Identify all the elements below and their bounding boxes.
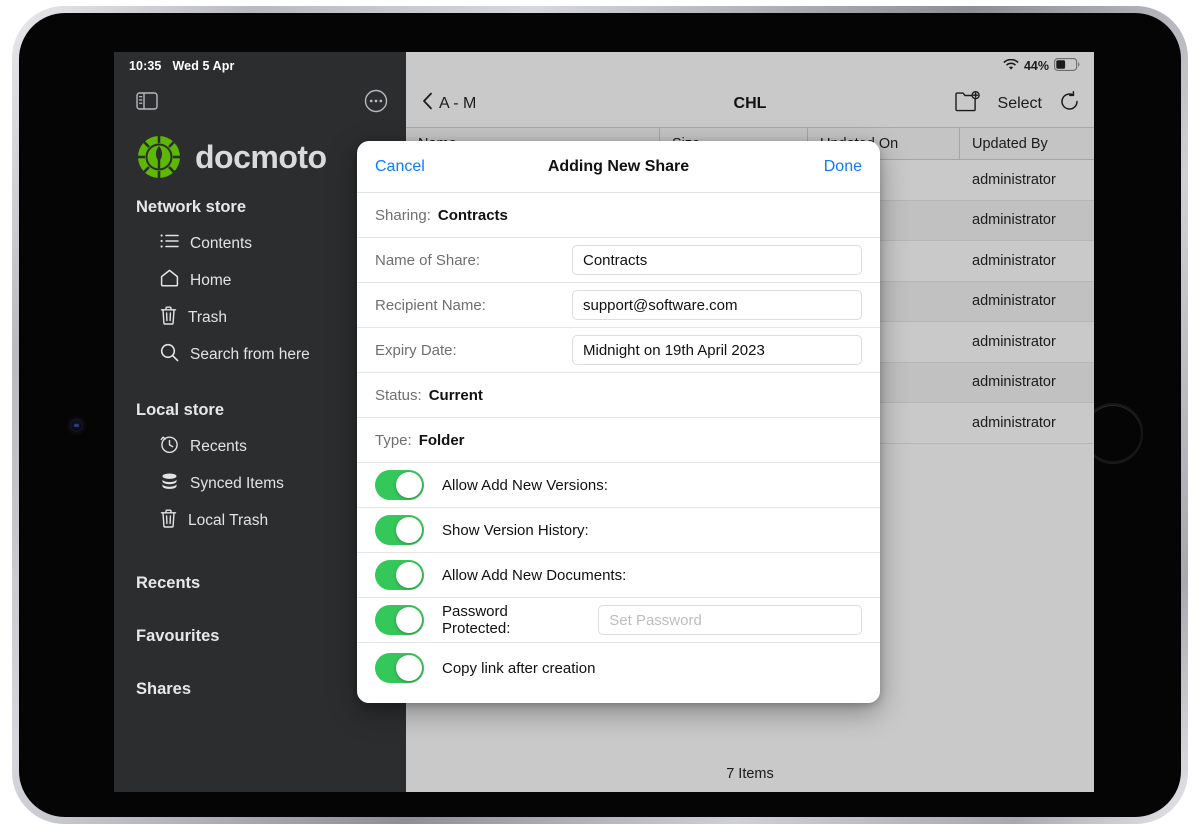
battery-icon [1054,58,1080,74]
status-date: Wed 5 Apr [172,59,234,73]
password-protected-toggle[interactable] [375,605,424,635]
wifi-icon [1003,59,1019,74]
cell-updated-by: administrator [960,201,1094,241]
trash-icon [160,509,177,533]
status-row: Status: Current [357,373,880,418]
recipient-name-row: Recipient Name: support@software.com [357,283,880,328]
clock-arrow-icon [160,435,179,459]
modal-title: Adding New Share [357,158,880,176]
name-of-share-input[interactable]: Contracts [572,245,862,275]
sharing-label: Sharing: [375,207,431,224]
nav-bar: A - M CHL Select [406,80,1094,128]
allow-add-new-documents-row: Allow Add New Documents: [357,553,880,598]
sharing-row: Sharing: Contracts [357,193,880,238]
main-status-bar: 44% [406,52,1094,80]
allow-add-new-documents-label: Allow Add New Documents: [442,567,626,584]
docmoto-wordmark: docmoto [195,139,327,176]
recipient-name-input[interactable]: support@software.com [572,290,862,320]
device-bezel: 10:35 Wed 5 Apr [19,13,1181,817]
front-camera-icon [70,419,83,432]
screen: 10:35 Wed 5 Apr [114,52,1094,792]
select-button[interactable]: Select [998,95,1042,113]
ipad-device-frame: 10:35 Wed 5 Apr [12,6,1188,824]
trash-icon [160,306,177,330]
type-label: Type: [375,432,412,449]
sidebar-status-bar: 10:35 Wed 5 Apr [114,52,406,80]
sidebar-item-label: Home [190,272,231,290]
cell-updated-by: administrator [960,241,1094,281]
sidebar-item-label: Local Trash [188,512,268,530]
sidebar-item-label: Trash [188,309,227,327]
adding-new-share-dialog: Cancel Adding New Share Done Sharing: Co… [357,141,880,703]
chevron-left-icon [422,92,433,115]
battery-percent: 44% [1024,59,1049,73]
modal-bottom-padding [357,693,880,703]
cell-updated-by: administrator [960,282,1094,322]
sidebar-item-label: Search from here [190,346,310,364]
cancel-button[interactable]: Cancel [375,158,425,176]
allow-add-new-versions-row: Allow Add New Versions: [357,463,880,508]
done-button[interactable]: Done [824,158,862,176]
status-label: Status: [375,387,422,404]
recipient-name-label: Recipient Name: [375,297,486,314]
back-button[interactable]: A - M [422,92,476,115]
show-version-history-row: Show Version History: [357,508,880,553]
sidebar-item-label: Synced Items [190,475,284,493]
more-ellipsis-icon[interactable] [364,89,388,113]
cell-updated-by: administrator [960,160,1094,200]
sidebar-item-label: Recents [190,438,247,456]
password-protected-label: Password Protected: [442,603,580,637]
copy-link-after-creation-row: Copy link after creation [357,643,880,693]
password-protected-row: Password Protected: Set Password [357,598,880,643]
allow-add-new-versions-toggle[interactable] [375,470,424,500]
allow-add-new-documents-toggle[interactable] [375,560,424,590]
sidebar-item-label: Contents [190,235,252,253]
expiry-date-label: Expiry Date: [375,342,457,359]
cell-updated-by: administrator [960,403,1094,443]
list-icon [160,233,179,254]
sharing-value: Contracts [438,207,508,224]
cell-updated-by: administrator [960,363,1094,403]
expiry-date-input[interactable]: Midnight on 19th April 2023 [572,335,862,365]
show-version-history-toggle[interactable] [375,515,424,545]
sidebar-toolbar [114,80,406,122]
back-label: A - M [439,95,476,113]
allow-add-new-versions-label: Allow Add New Versions: [442,477,608,494]
cell-updated-by: administrator [960,322,1094,362]
search-icon [160,343,179,367]
home-icon [160,269,179,292]
expiry-date-row: Expiry Date: Midnight on 19th April 2023 [357,328,880,373]
sidebar-toggle-icon[interactable] [136,92,158,110]
status-time: 10:35 [129,59,161,73]
docmoto-logo-icon [136,134,182,180]
name-of-share-row: Name of Share: Contracts [357,238,880,283]
copy-link-after-creation-label: Copy link after creation [442,660,595,677]
modal-header: Cancel Adding New Share Done [357,141,880,193]
status-value: Current [429,387,483,404]
name-of-share-label: Name of Share: [375,252,480,269]
copy-link-after-creation-toggle[interactable] [375,653,424,683]
nav-right-actions: Select [955,91,1080,117]
new-folder-icon[interactable] [955,91,981,117]
show-version-history-label: Show Version History: [442,522,589,539]
refresh-icon[interactable] [1059,91,1080,117]
column-header-updated-by[interactable]: Updated By [960,128,1094,159]
item-count-label: 7 Items [406,756,1094,792]
database-icon [160,472,179,496]
set-password-input[interactable]: Set Password [598,605,862,635]
type-row: Type: Folder [357,418,880,463]
type-value: Folder [419,432,465,449]
